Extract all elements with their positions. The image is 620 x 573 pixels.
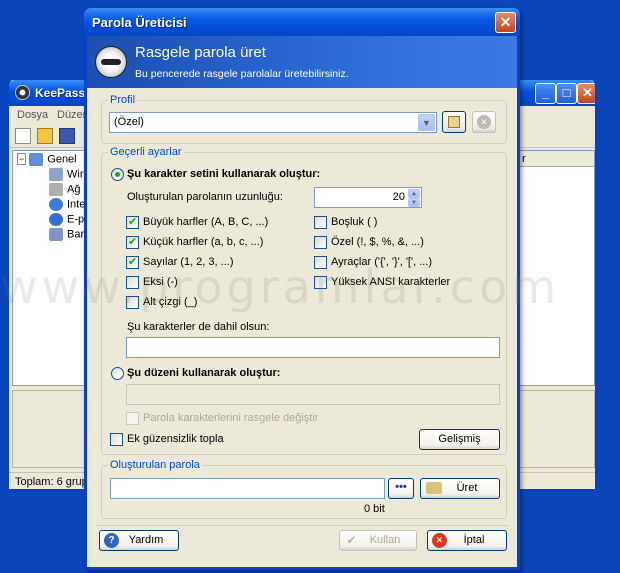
include-chars-input[interactable] [126,337,500,358]
toggle-visibility-button[interactable]: ••• [388,478,414,499]
brackets-checkbox[interactable] [314,256,327,269]
tree-node-network[interactable]: Ağ [49,183,80,196]
minimize-button[interactable]: _ [535,83,556,104]
tree-node-banking[interactable]: Bar [49,228,84,241]
generated-group-label: Oluşturulan parola [108,459,202,471]
profile-group-label: Profil [108,94,138,106]
banner-title: Rasgele parola üret [135,44,266,61]
generate-button[interactable]: Üret [420,478,500,499]
charset-option-label[interactable]: Şu karakter setini kullanarak oluştur: [127,168,320,180]
cancel-icon: ✕ [432,533,447,548]
space-checkbox[interactable] [314,216,327,229]
spin-down-icon[interactable]: ▼ [408,198,420,207]
digits-checkbox[interactable] [126,255,139,269]
cancel-button[interactable]: ✕ İptal [427,530,507,551]
password-generator-dialog: Parola Üreticisi ✕ Rasgele parola üret B… [84,8,520,570]
footer-separator [95,525,509,526]
save-profile-icon [448,116,460,128]
chevron-down-icon[interactable]: ▼ [418,114,435,131]
tree-node-windows[interactable]: Win [49,168,86,181]
uppercase-label[interactable]: Büyük harfler (A, B, C, ...) [143,216,268,228]
save-profile-button[interactable] [442,111,466,133]
email-icon [49,213,63,226]
tree-node-genel[interactable]: − Genel [17,153,77,166]
charset-radio[interactable] [111,168,124,181]
lowercase-checkbox[interactable] [126,235,139,249]
underscore-label[interactable]: Alt çizgi (_) [143,296,197,308]
windows-icon [49,168,63,181]
delete-profile-button[interactable]: ✕ [472,111,496,133]
maximize-button[interactable]: □ [556,83,577,104]
shuffle-checkbox[interactable] [126,412,139,425]
advanced-button[interactable]: Gelişmiş [419,429,500,450]
pattern-option-label[interactable]: Şu düzeni kullanarak oluştur: [127,367,280,379]
open-folder-icon[interactable] [37,128,53,144]
help-icon: ? [104,533,119,548]
key-icon [95,46,127,78]
settings-group-label: Geçerli ayarlar [108,146,184,158]
profile-select[interactable]: (Özel) ▼ [109,112,437,133]
entry-list[interactable]: r [515,150,595,386]
entropy-bits: 0 bit [364,503,385,515]
profile-value: (Özel) [114,116,144,128]
key-small-icon [426,482,442,494]
dialog-titlebar[interactable]: Parola Üreticisi ✕ [84,8,520,36]
keepass-close-button[interactable]: ✕ [577,83,595,104]
extra-entropy-label[interactable]: Ek güzensizlik topla [127,433,224,445]
new-file-icon[interactable] [15,128,31,144]
checkmark-icon: ✔ [346,533,357,547]
shuffle-label[interactable]: Parola karakterlerini rasgele değiştir [143,412,318,424]
folder-icon [29,153,44,166]
globe-icon [49,198,63,211]
generated-password-group: Oluşturulan parola ••• Üret 0 bit [101,459,507,519]
digits-label[interactable]: Sayılar (1, 2, 3, ...) [143,256,233,268]
length-spinner[interactable]: 20 ▲ ▼ [314,187,422,208]
space-label[interactable]: Boşluk ( ) [331,216,377,228]
current-settings-group: Geçerli ayarlar Şu karakter setini kulla… [101,146,507,455]
tree-node-internet[interactable]: Inte [49,198,85,211]
include-chars-label: Şu karakterler de dahil olsun: [127,321,270,333]
percent-icon [49,228,63,241]
use-button[interactable]: ✔ Kullan [339,530,417,551]
length-value: 20 [392,191,405,203]
pattern-input[interactable] [126,384,500,405]
minus-label[interactable]: Eksi (-) [143,276,178,288]
tree-collapse-icon[interactable]: − [17,153,27,166]
extra-entropy-checkbox[interactable] [110,433,123,446]
minus-checkbox[interactable] [126,276,139,289]
list-column-header[interactable]: r [516,151,594,167]
dialog-banner: Rasgele parola üret Bu pencerede rasgele… [87,36,517,88]
uppercase-checkbox[interactable] [126,215,139,229]
pattern-radio[interactable] [111,367,124,380]
high-ansi-checkbox[interactable] [314,276,327,289]
special-checkbox[interactable] [314,236,327,249]
help-button[interactable]: ? Yardım [99,530,179,551]
length-label: Oluşturulan parolanın uzunluğu: [127,191,283,203]
spin-up-icon[interactable]: ▲ [408,189,420,198]
delete-icon: ✕ [477,115,491,129]
tree-node-email[interactable]: E-p [49,213,84,226]
dialog-close-button[interactable]: ✕ [495,12,516,33]
brackets-label[interactable]: Ayraçlar ('{', '}', '[', ...) [331,256,432,268]
save-icon[interactable] [59,128,75,144]
special-label[interactable]: Özel (!, $, %, &, ...) [331,236,424,248]
dialog-title: Parola Üreticisi [92,15,187,30]
lowercase-label[interactable]: Küçük harfler (a, b, c, ...) [143,236,263,248]
high-ansi-label[interactable]: Yüksek ANSI karakterler [331,276,450,288]
menu-dosya[interactable]: Dosya [17,109,48,121]
profile-group: Profil (Özel) ▼ ✕ [101,94,507,144]
keepass-app-icon [15,85,30,100]
generated-password-field[interactable] [110,478,385,499]
banner-subtitle: Bu pencerede rasgele parolalar üretebili… [135,68,349,80]
network-icon [49,183,63,196]
underscore-checkbox[interactable] [126,296,139,309]
